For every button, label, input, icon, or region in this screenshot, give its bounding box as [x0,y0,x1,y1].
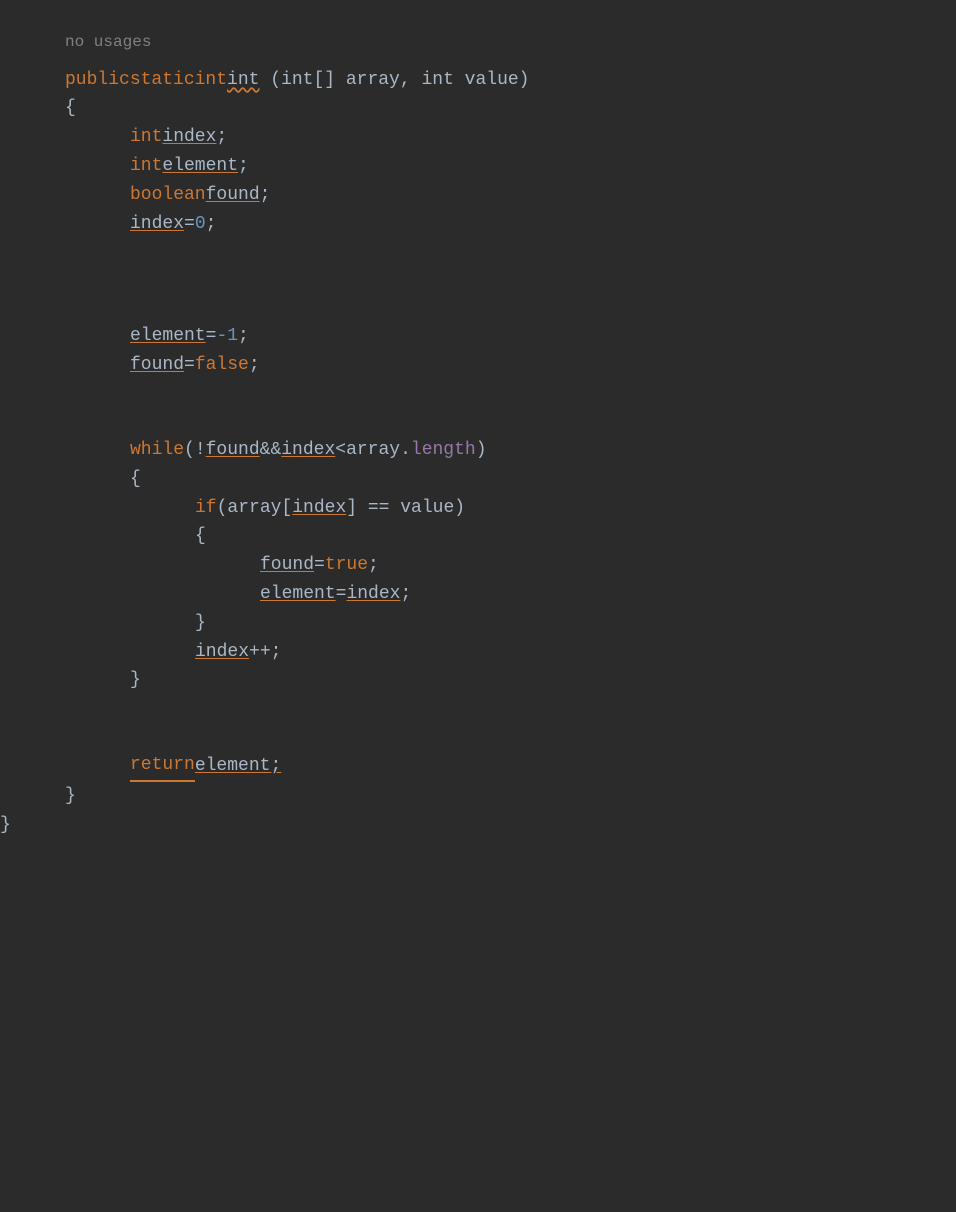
keyword-static: static [130,66,195,95]
equals4: = [314,551,325,580]
line-element-assign-neg1: element = -1; [0,322,956,351]
equals2: = [206,322,217,351]
semicolon3: ; [260,181,271,210]
var-found-while: found [206,436,260,465]
empty-line-1 [0,238,956,266]
value-true: true [325,551,368,580]
line-int-index: int index; [0,123,956,152]
var-found-assign: found [130,351,184,380]
line-boolean-found: boolean found; [0,181,956,210]
method-name: int [227,66,259,95]
semicolon7: ; [368,551,379,580]
empty-line-3 [0,294,956,322]
var-found-true: found [260,551,314,580]
keyword-int-element: int [130,152,162,181]
semicolon-return: ; [270,752,281,781]
brace-if-close: } [195,609,206,638]
semicolon8: ; [400,580,411,609]
keyword-public: public [65,66,130,95]
line-found-assign-false: found = false; [0,351,956,380]
brace-if-open: { [195,522,206,551]
while-open-brace: { [0,465,956,494]
var-element-index: element [260,580,336,609]
line-found-true: found = true; [0,551,956,580]
return-value: element [195,752,271,781]
semicolon: ; [216,123,227,152]
equals5: = [336,580,347,609]
line-index-increment: index++; [0,638,956,667]
file-close-brace: } [0,811,956,840]
equals3: = [184,351,195,380]
equals: = [184,210,195,239]
var-index-if: index [292,494,346,523]
no-usages-label: no usages [0,20,956,66]
outer-open-brace: { [0,94,956,123]
line-while: while (!found && index < array.length) [0,436,956,465]
empty-line-4 [0,380,956,408]
semicolon6: ; [249,351,260,380]
while-close-brace: } [0,666,956,695]
line-return: return element; [0,751,956,782]
if-paren: (array[ [217,494,293,523]
empty-line-2 [0,266,956,294]
lt: < [335,436,346,465]
array-length: array. [346,436,411,465]
line-if: if (array[index] == value) [0,494,956,523]
outer-close-brace: } [0,782,956,811]
brace-file-close: } [0,811,11,840]
var-index-element: index [346,580,400,609]
var-element: element [162,152,238,181]
line-int-element: int element; [0,152,956,181]
semicolon5: ; [238,322,249,351]
empty-line-7 [0,723,956,751]
and-and: && [260,436,282,465]
empty-line-5 [0,408,956,436]
line-element-index: element = index; [0,580,956,609]
brace-while-close: } [130,666,141,695]
value-false: false [195,351,249,380]
empty-line-6 [0,695,956,723]
if-paren2: ] == value) [346,494,465,523]
brace-while-open: { [130,465,141,494]
paren-open: (! [184,436,206,465]
params: (int[] array, int value) [259,66,529,95]
keyword-boolean: boolean [130,181,206,210]
if-open-brace: { [0,522,956,551]
var-index-assign: index [130,210,184,239]
keyword-int-index: int [130,123,162,152]
number-zero: 0 [195,210,206,239]
var-index-while: index [281,436,335,465]
code-editor: no usages public static int int (int[] a… [0,0,956,860]
var-found: found [206,181,260,210]
keyword-if: if [195,494,217,523]
prop-length: length [411,436,476,465]
brace-outer-open: { [65,94,76,123]
brace-outer-close: } [65,782,76,811]
method-signature: public static int int (int[] array, int … [0,66,956,95]
var-index: index [162,123,216,152]
number-neg1: -1 [216,322,238,351]
keyword-return: return [130,751,195,782]
line-index-assign-zero: index = 0; [0,210,956,239]
keyword-int-return: int [195,66,227,95]
semicolon2: ; [238,152,249,181]
keyword-while: while [130,436,184,465]
if-close-brace: } [0,609,956,638]
increment: ++; [249,638,281,667]
var-element-assign: element [130,322,206,351]
semicolon4: ; [206,210,217,239]
paren-close: ) [476,436,487,465]
var-index-inc: index [195,638,249,667]
